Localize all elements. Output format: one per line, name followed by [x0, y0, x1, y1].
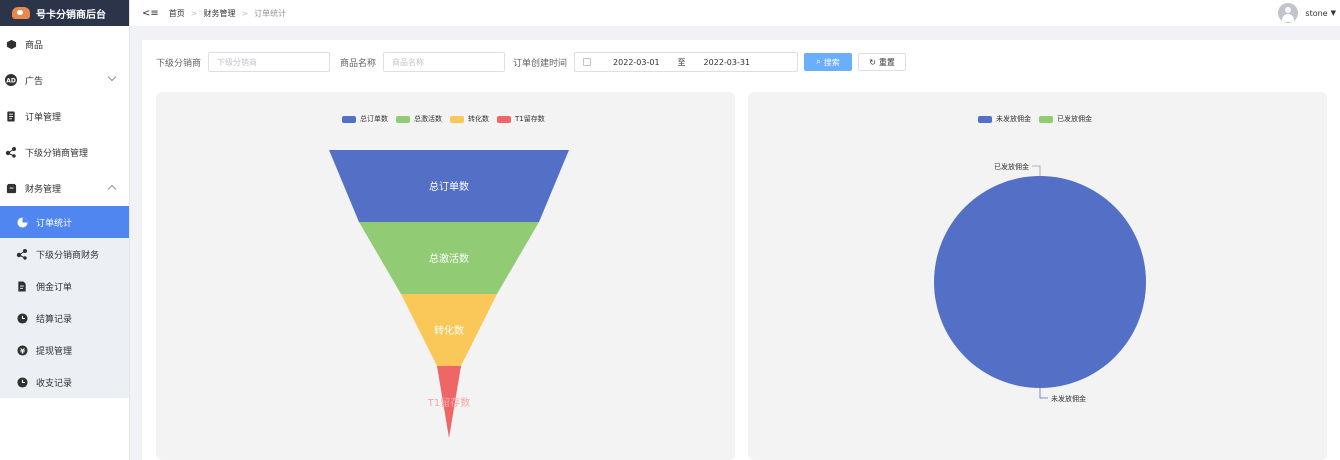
breadcrumb-separator: >	[241, 8, 249, 18]
product-name-label: 商品名称	[340, 58, 377, 69]
search-icon: ⌕	[816, 57, 821, 66]
breadcrumb-section[interactable]: 财务管理	[203, 8, 235, 19]
filter-bar: 下级分销商 下级分销商 商品名称 商品名称 订单创建时间 2022-03-01 …	[156, 52, 907, 72]
pie-label-paid: 已发放佣金	[994, 162, 1029, 171]
sidebar-item-income-records[interactable]: 收支记录	[0, 366, 129, 398]
topbar: <≡ 首页 > 财务管理 > 订单统计 stone ▼	[130, 0, 1340, 26]
caret-down-icon[interactable]: ▼	[1331, 9, 1336, 17]
sidebar-item-label: 佣金订单	[36, 282, 73, 293]
sidebar-item-label: 下级分销商财务	[36, 250, 100, 261]
breadcrumb-home[interactable]: 首页	[169, 8, 185, 19]
menu-collapse-icon[interactable]: <≡	[142, 8, 159, 19]
svg-text:AD: AD	[6, 78, 16, 85]
brand: 号卡分销商后台	[0, 0, 129, 26]
sidebar-item-orders[interactable]: 订单管理	[0, 98, 129, 134]
pie-icon	[16, 216, 28, 228]
start-date[interactable]: 2022-03-01	[613, 58, 660, 67]
funnel-segment-label: 总订单数	[429, 180, 469, 193]
main-content: 下级分销商 下级分销商 商品名称 商品名称 订单创建时间 2022-03-01 …	[142, 40, 1340, 460]
product-name-input[interactable]: 商品名称	[383, 52, 506, 72]
clock-icon	[16, 376, 28, 388]
sidebar-item-label: 结算记录	[36, 314, 73, 325]
sidebar-item-label: 财务管理	[25, 184, 62, 195]
app-title: 号卡分销商后台	[36, 9, 106, 21]
date-range-picker[interactable]: 2022-03-01 至 2022-03-31	[574, 52, 799, 72]
funnel-segment-label: 总激活数	[429, 252, 469, 265]
distributor-input[interactable]: 下级分销商	[208, 52, 331, 72]
sidebar-item-label: 订单管理	[25, 112, 62, 123]
funnel-chart-card: 总订单数 总激活数 转化数 T1留存数 总订单数总激活数转化数 T1留存数	[156, 92, 735, 460]
yen-icon: ¥	[16, 344, 28, 356]
sidebar-item-settlement-records[interactable]: 结算记录	[0, 302, 129, 334]
reset-button[interactable]: ↻ 重置	[858, 53, 907, 71]
logo-icon	[12, 7, 30, 19]
funnel-segment-label: T1留存数	[427, 396, 470, 409]
sidebar-item-commission-orders[interactable]: 佣金订单	[0, 270, 129, 302]
sidebar-item-label: 提现管理	[36, 346, 73, 357]
sidebar-item-finance[interactable]: 财务管理	[0, 170, 129, 206]
range-separator: 至	[677, 57, 686, 67]
pie-chart-card: 未发放佣金 已发放佣金 已发放佣金未发放佣金	[748, 92, 1327, 460]
chevron-up-icon	[107, 184, 117, 194]
user-menu[interactable]: stone ▼	[1278, 0, 1336, 26]
end-date[interactable]: 2022-03-31	[704, 58, 751, 67]
pie-slice-unpaid-commission[interactable]	[934, 176, 1146, 388]
chevron-down-icon	[107, 72, 117, 82]
pie-label-line	[1039, 388, 1048, 399]
sidebar-menu: 商品 AD 广告 订单管理 下级分销商管理 财务管理	[0, 26, 129, 206]
calendar-icon	[583, 58, 592, 66]
sidebar-item-sub-distributors[interactable]: 下级分销商管理	[0, 134, 129, 170]
sidebar-item-label: 订单统计	[36, 218, 73, 229]
funnel-chart: 总订单数总激活数转化数 T1留存数	[329, 150, 569, 438]
sidebar-item-order-stats[interactable]: 订单统计	[0, 206, 129, 238]
refresh-icon: ↻	[869, 57, 876, 67]
svg-text:¥: ¥	[19, 346, 25, 355]
file-icon	[16, 280, 28, 292]
avatar[interactable]	[1278, 3, 1299, 23]
sidebar-item-ads[interactable]: AD 广告	[0, 62, 129, 98]
sidebar-item-label: 下级分销商管理	[25, 148, 89, 159]
sidebar-item-products[interactable]: 商品	[0, 26, 129, 62]
sidebar-item-label: 广告	[25, 76, 44, 87]
document-icon	[5, 110, 17, 122]
sidebar-item-sub-finance[interactable]: 下级分销商财务	[0, 238, 129, 270]
clock-icon	[16, 312, 28, 324]
breadcrumb-separator: >	[190, 8, 198, 18]
sidebar-item-label: 商品	[25, 40, 44, 51]
sidebar-item-label: 收支记录	[36, 378, 73, 389]
search-button[interactable]: ⌕ 搜索	[804, 53, 853, 71]
user-name[interactable]: stone	[1305, 9, 1327, 18]
search-button-label: 搜索	[823, 57, 840, 67]
share-icon	[5, 146, 17, 158]
ad-icon: AD	[5, 74, 17, 86]
pie-label-unpaid: 未发放佣金	[1051, 394, 1086, 403]
reset-button-label: 重置	[878, 57, 895, 67]
breadcrumb-current: 订单统计	[254, 8, 287, 18]
funnel-segment-label: 转化数	[434, 324, 464, 337]
pie-label-line	[1032, 165, 1041, 176]
sidebar-item-withdrawals[interactable]: ¥ 提现管理	[0, 334, 129, 366]
created-time-label: 订单创建时间	[513, 58, 568, 69]
sidebar: 号卡分销商后台 商品 AD 广告 订单管理 下级分销商管理 财务管理 订单统计 …	[0, 0, 130, 460]
pie-chart: 已发放佣金未发放佣金	[934, 162, 1146, 403]
box-icon	[5, 38, 17, 50]
share-icon	[16, 248, 28, 260]
distributor-label: 下级分销商	[156, 58, 202, 69]
finance-submenu: 订单统计 下级分销商财务 佣金订单 结算记录 ¥ 提现管理 收支记录	[0, 206, 129, 398]
wallet-icon	[5, 182, 17, 194]
